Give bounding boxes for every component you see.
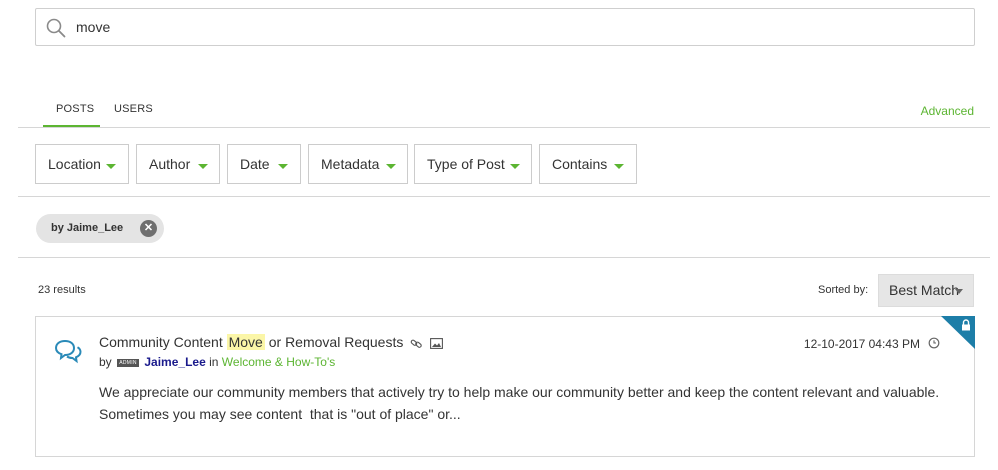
excerpt-line: We appreciate our community members that… bbox=[99, 384, 940, 400]
active-filter-label: by Jaime_Lee bbox=[51, 222, 124, 234]
active-filter-chip: by Jaime_Lee ✕ bbox=[36, 214, 164, 243]
link-icon bbox=[410, 339, 422, 348]
filter-date-label: Date bbox=[240, 156, 270, 172]
divider bbox=[18, 196, 990, 197]
sort-value: Best Match bbox=[889, 282, 960, 298]
search-term-highlight: Move bbox=[226, 334, 265, 350]
result-tabs: POSTS USERS Advanced bbox=[18, 96, 990, 128]
author-link[interactable]: Jaime_Lee bbox=[144, 355, 205, 369]
post-title-text: or Removal Requests bbox=[264, 334, 404, 350]
filter-contains-label: Contains bbox=[552, 156, 608, 172]
active-tab-indicator bbox=[43, 125, 100, 127]
chevron-down-icon bbox=[278, 164, 288, 169]
excerpt-line: Sometimes you may see content that is "o… bbox=[99, 406, 461, 422]
chevron-down-icon bbox=[386, 164, 396, 169]
filter-location-button[interactable]: Location bbox=[35, 144, 129, 184]
advanced-search-link[interactable]: Advanced bbox=[921, 104, 974, 118]
filter-location-label: Location bbox=[48, 156, 101, 172]
in-text: in bbox=[209, 355, 219, 369]
sorted-by-label: Sorted by: bbox=[818, 284, 869, 296]
filter-contains-button[interactable]: Contains bbox=[539, 144, 637, 184]
filter-type-of-post-label: Type of Post bbox=[427, 156, 505, 172]
chevron-down-icon bbox=[198, 164, 208, 169]
divider bbox=[18, 257, 990, 258]
post-title-text: Community Content bbox=[99, 334, 227, 350]
filter-date-button[interactable]: Date bbox=[227, 144, 301, 184]
post-date: 12-10-2017 04:43 PM bbox=[803, 337, 920, 351]
search-input[interactable] bbox=[76, 9, 956, 45]
chevron-down-icon bbox=[955, 289, 963, 294]
tab-users[interactable]: USERS bbox=[114, 103, 153, 115]
filter-metadata-label: Metadata bbox=[321, 156, 380, 172]
post-title-link[interactable]: Community Content Move or Removal Reques… bbox=[99, 334, 444, 350]
chevron-down-icon bbox=[510, 164, 520, 169]
chat-bubbles-icon bbox=[54, 339, 82, 364]
sort-dropdown[interactable]: Best Match bbox=[878, 274, 974, 307]
lock-icon bbox=[941, 316, 975, 349]
search-icon bbox=[46, 18, 66, 38]
filter-metadata-button[interactable]: Metadata bbox=[308, 144, 408, 184]
tab-posts[interactable]: POSTS bbox=[56, 103, 94, 115]
image-icon bbox=[430, 337, 444, 349]
board-link[interactable]: Welcome & How-To's bbox=[222, 355, 335, 369]
admin-badge: ADMIN bbox=[117, 358, 140, 367]
chevron-down-icon bbox=[614, 164, 624, 169]
post-excerpt: We appreciate our community members that… bbox=[99, 381, 959, 425]
filter-type-of-post-button[interactable]: Type of Post bbox=[414, 144, 532, 184]
chevron-down-icon bbox=[106, 164, 116, 169]
results-count: 23 results bbox=[38, 284, 86, 296]
by-text: by bbox=[99, 355, 112, 369]
clock-icon bbox=[928, 337, 940, 349]
search-result-card: Community Content Move or Removal Reques… bbox=[35, 316, 975, 457]
filter-author-label: Author bbox=[149, 156, 191, 172]
close-icon[interactable]: ✕ bbox=[140, 220, 157, 237]
post-byline: by ADMIN Jaime_Lee in Welcome & How-To's bbox=[99, 355, 335, 369]
filter-author-button[interactable]: Author bbox=[136, 144, 220, 184]
search-box[interactable] bbox=[35, 8, 975, 46]
